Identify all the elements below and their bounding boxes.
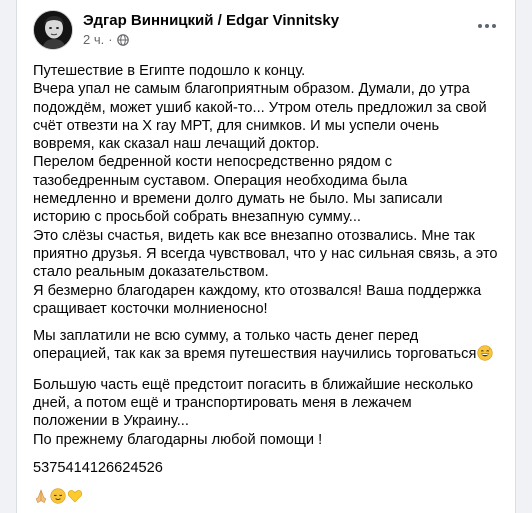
text-line: Вчера упал не самым благоприятным образо… (33, 81, 470, 98)
text-line: подождём, может ушиб какой-то... Утром о… (33, 99, 487, 116)
text-line: вовремя, как сказал наш лечащий доктор. (33, 136, 320, 153)
text-line: Путешествие в Египте подошло к концу. (33, 63, 306, 79)
text-line: историю с просьбой собрать внезапную сум… (33, 209, 361, 226)
author-name[interactable]: Эдгар Винницкий / Edgar Vinnitsky (83, 12, 339, 29)
paragraph-payment: Мы заплатили не всю сумму, а только част… (33, 327, 511, 367)
more-dot (492, 24, 496, 28)
folded-hands-emoji-icon (33, 488, 49, 504)
meta-separator: · (108, 32, 113, 47)
emoji-row (33, 487, 511, 505)
more-dot (485, 24, 489, 28)
text-line-with-emoji: операцией, так как за время путешествия … (33, 345, 511, 366)
text-line: стало реальным доказательством. (33, 264, 269, 281)
text-line: приятно друзья. Я всегда чувствовал, что… (33, 245, 498, 262)
text-line: счёт отвезти на X ray МРТ, для снимков. … (33, 117, 440, 134)
paragraph-story: Путешествие в Египте подошло к концу. Вч… (33, 62, 511, 318)
text-line: положении в Украину... (33, 413, 189, 430)
text-line: Перелом бедренной кости непосредственно … (33, 154, 393, 171)
more-options-icon[interactable] (471, 14, 503, 38)
paragraph-remaining: Большую часть ещё предстоит погасить в б… (33, 376, 511, 449)
post-header: Эдгар Винницкий / Edgar Vinnitsky 2 ч. · (33, 10, 503, 50)
yellow-heart-emoji-icon (67, 488, 83, 504)
text-line: Я безмерно благодарен каждому, кто отозв… (33, 282, 482, 299)
post-meta: 2 ч. · (83, 32, 129, 47)
text-line: немедленно и времени долго думать не был… (33, 191, 443, 208)
text-line: дней, а потом ещё и транспортировать мен… (33, 395, 412, 412)
relieved-face-emoji-icon (50, 488, 66, 504)
post-time[interactable]: 2 ч. (83, 32, 104, 47)
globe-icon[interactable] (116, 33, 129, 46)
text-line: Большую часть ещё предстоит погасить в б… (33, 376, 474, 393)
text-line: Мы заплатили не всю сумму, а только част… (33, 328, 419, 345)
post-text: Путешествие в Египте подошло к концу. Вч… (33, 62, 511, 505)
text-line: тазобедренным суставом. Операция необход… (33, 172, 408, 189)
text-line: операцией, так как за время путешествия … (33, 346, 477, 363)
profile-photo-icon (34, 11, 72, 49)
grinning-sweat-emoji-icon (477, 345, 493, 366)
card-number: 5375414126624526 (33, 459, 163, 476)
more-dot (478, 24, 482, 28)
post-card: Эдгар Винницкий / Edgar Vinnitsky 2 ч. ·… (16, 0, 516, 513)
avatar[interactable] (33, 10, 73, 50)
text-line: сращивает косточки молниеносно! (33, 300, 268, 317)
text-line: По прежнему благодарны любой помощи ! (33, 431, 323, 448)
text-line: Это слёзы счастья, видеть как все внезап… (33, 227, 475, 244)
